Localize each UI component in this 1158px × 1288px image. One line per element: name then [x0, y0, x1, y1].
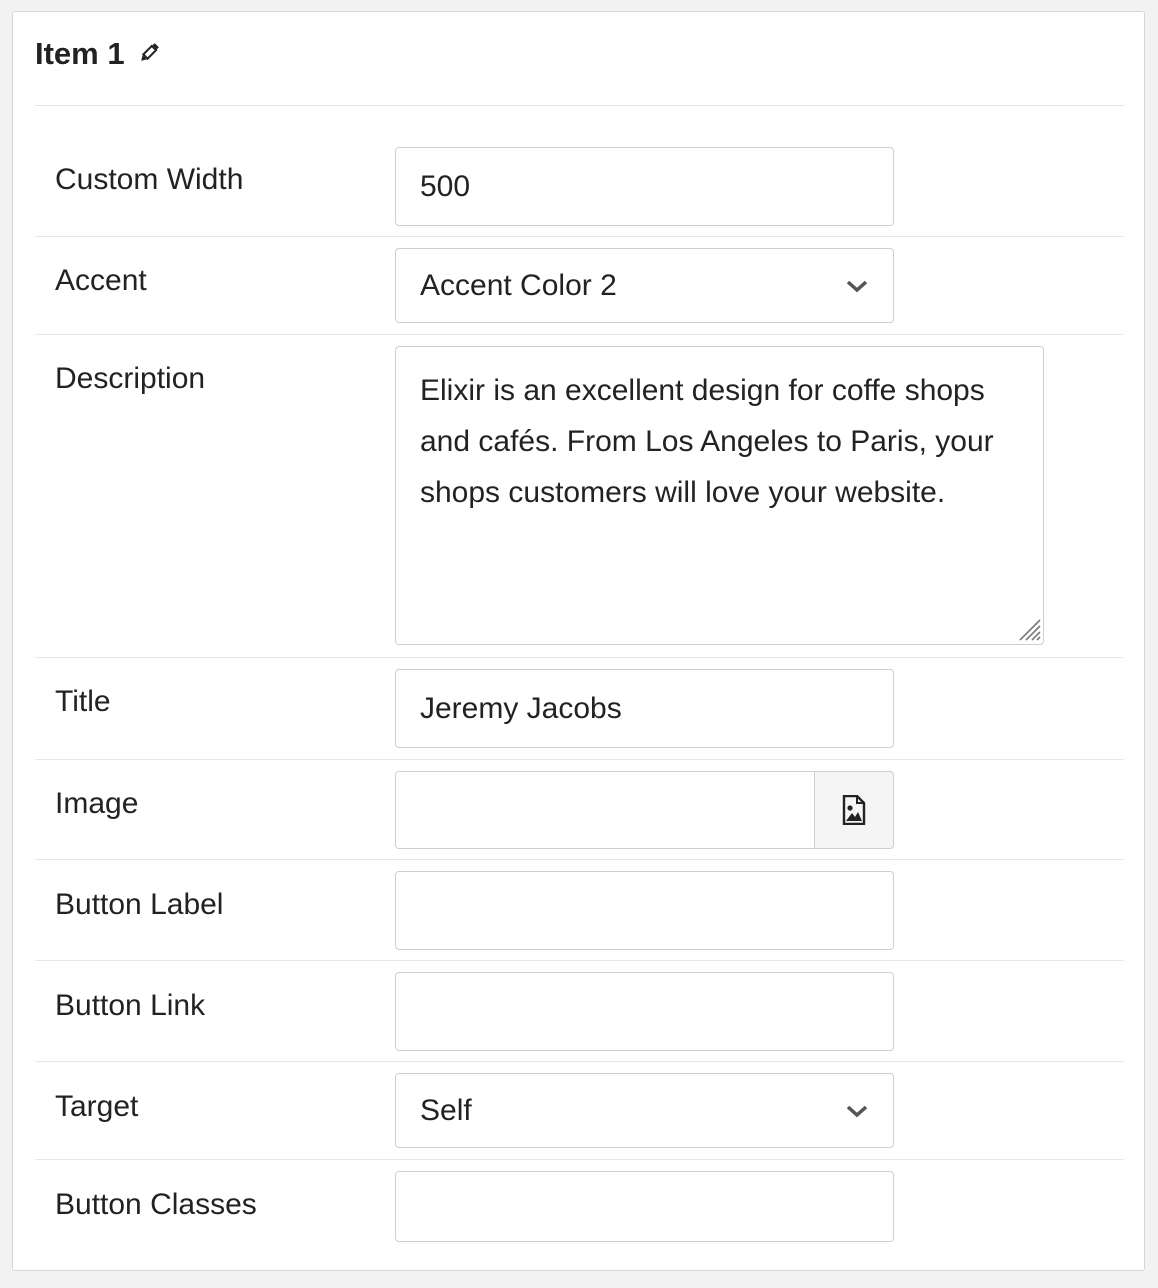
- image-select-button[interactable]: [814, 771, 894, 849]
- row-title: Title: [35, 658, 1124, 760]
- custom-width-input[interactable]: [395, 147, 894, 226]
- row-custom-width: Custom Width: [35, 105, 1124, 237]
- image-label: Image: [55, 787, 139, 820]
- row-image: Image: [35, 760, 1124, 860]
- target-label: Target: [55, 1090, 139, 1123]
- pencil-icon[interactable]: [137, 41, 161, 65]
- button-link-input[interactable]: [395, 972, 894, 1051]
- row-target: Target Self: [35, 1062, 1124, 1160]
- image-input[interactable]: [395, 771, 814, 849]
- row-button-link: Button Link: [35, 961, 1124, 1062]
- item-title: Item 1: [35, 35, 125, 71]
- title-label: Title: [55, 685, 111, 718]
- button-link-label: Button Link: [55, 989, 206, 1022]
- button-classes-input[interactable]: [395, 1171, 894, 1242]
- button-label-input[interactable]: [395, 871, 894, 950]
- button-label-label: Button Label: [55, 888, 224, 921]
- accent-select[interactable]: Accent Color 2: [395, 248, 894, 323]
- custom-width-label: Custom Width: [55, 163, 244, 196]
- item-header: Item 1: [35, 12, 1124, 106]
- target-select-value: Self: [420, 1093, 472, 1127]
- button-classes-label: Button Classes: [55, 1188, 257, 1221]
- row-accent: Accent Accent Color 2: [35, 237, 1124, 335]
- target-select[interactable]: Self: [395, 1073, 894, 1148]
- image-picker: [395, 771, 894, 849]
- item-panel: Item 1 Custom Width Accent Accent Color …: [12, 11, 1145, 1271]
- image-file-icon: [842, 795, 866, 825]
- row-description: Description Elixir is an excellent desig…: [35, 335, 1124, 658]
- chevron-down-icon: [846, 280, 868, 292]
- accent-select-value: Accent Color 2: [420, 268, 617, 302]
- row-button-classes: Button Classes: [35, 1160, 1124, 1260]
- chevron-down-icon: [846, 1105, 868, 1117]
- row-button-label: Button Label: [35, 860, 1124, 961]
- description-label: Description: [55, 362, 206, 395]
- resize-grip-icon[interactable]: [1014, 614, 1042, 642]
- title-input[interactable]: [395, 669, 894, 748]
- description-textarea[interactable]: Elixir is an excellent design for coffe …: [395, 346, 1044, 645]
- accent-label: Accent: [55, 264, 147, 297]
